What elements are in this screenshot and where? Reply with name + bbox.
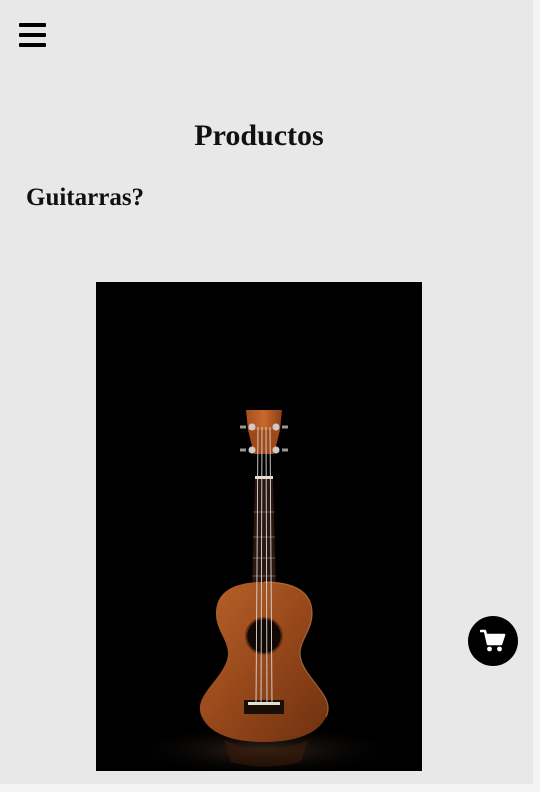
scrollbar-track <box>533 0 540 792</box>
cart-button[interactable] <box>468 616 518 666</box>
page: Productos Guitarras? <box>0 0 533 784</box>
page-title: Productos <box>194 119 324 152</box>
ukulele-photo <box>96 282 422 771</box>
bottom-edge <box>0 784 540 792</box>
menu-button[interactable] <box>18 21 48 49</box>
product-image[interactable] <box>96 282 422 771</box>
section-heading: Guitarras? <box>26 184 145 211</box>
shopping-cart-icon <box>480 629 506 652</box>
